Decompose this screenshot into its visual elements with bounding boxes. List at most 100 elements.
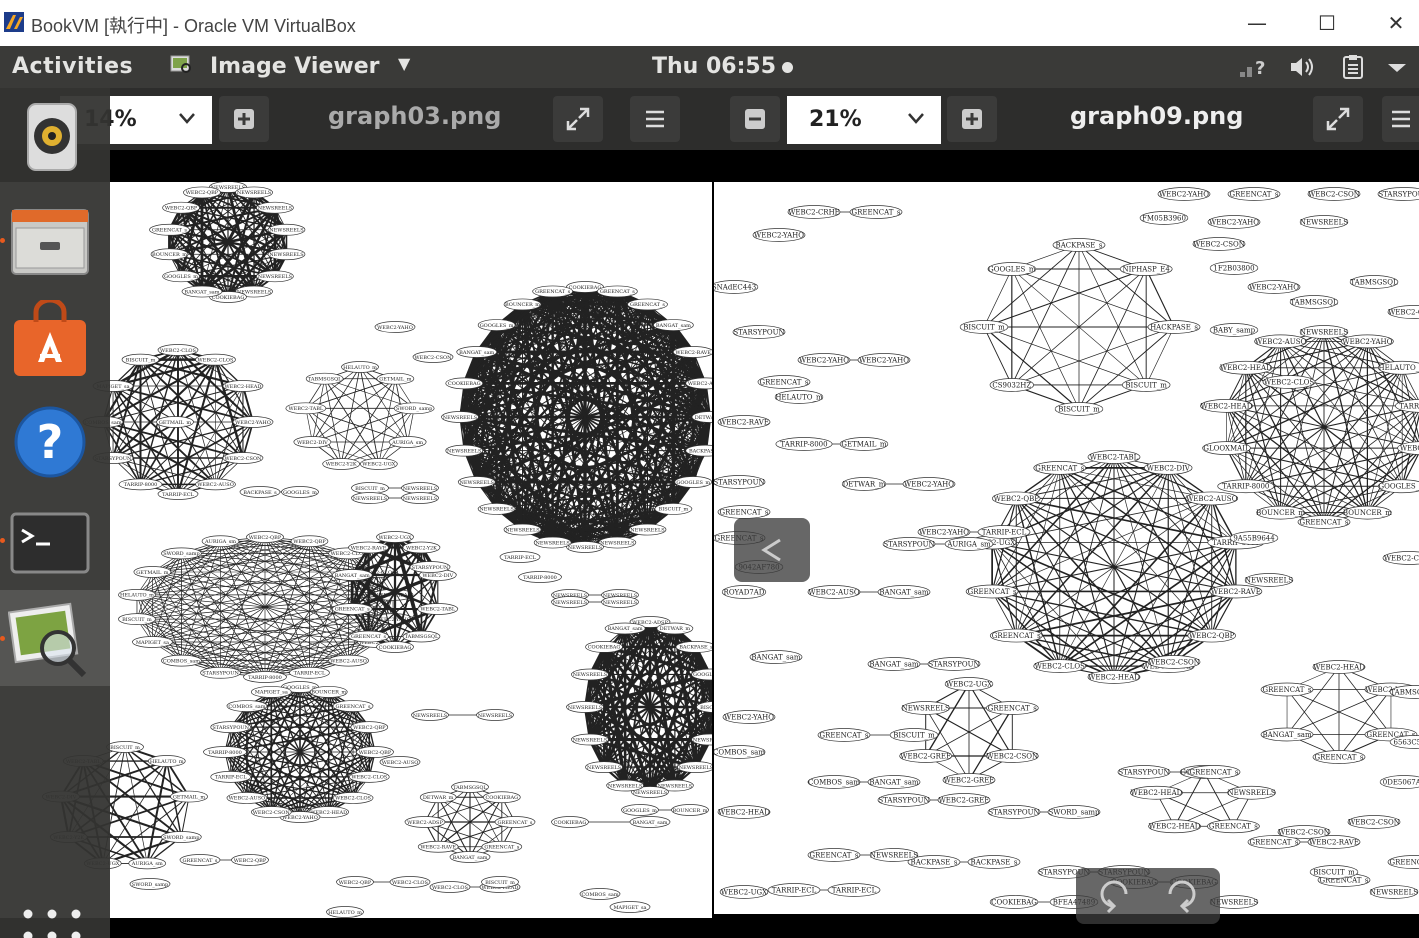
graph-node-label: SNAdEC443 xyxy=(714,283,756,291)
graph-node-label: COMBOS_sam xyxy=(581,892,618,898)
graph-node-label: COOKIEBAG xyxy=(991,898,1037,906)
virtualbox-app-icon xyxy=(4,12,24,32)
graph-node-label: BACKPASE_s xyxy=(689,448,712,454)
image-viewer-app-icon[interactable] xyxy=(8,598,92,682)
graph-node-label: WEBC2-CLOS xyxy=(1035,663,1085,671)
graph-node-label: WEBC2-QBP xyxy=(186,190,219,196)
graph-node-label: HELAUTO_m xyxy=(775,393,823,401)
clock[interactable]: Thu 06:55 xyxy=(652,54,794,79)
graph-node-label: TARRIP-ECL xyxy=(1399,402,1419,410)
zoom-value: 21% xyxy=(809,107,862,132)
graph-node-label: BANGAT_sam xyxy=(751,653,801,661)
graph-node-label: WEBC2-YAHO xyxy=(754,231,804,239)
close-button[interactable]: ✕ xyxy=(1373,6,1419,40)
fullscreen-button[interactable] xyxy=(1313,96,1363,142)
graph-node-label: STARSYPOUN xyxy=(714,478,765,486)
graph-node-label: TABMSGSQL xyxy=(1290,298,1338,306)
graph-node-label: BABY_samp xyxy=(1213,326,1256,334)
hamburger-icon xyxy=(646,110,664,128)
graph-node-label: NEWSREELS xyxy=(258,274,293,280)
gnome-top-bar: Activities Image Viewer ▼ Thu 06:55 ? xyxy=(0,46,1419,88)
graph-node-label: 6563C5542 xyxy=(1394,738,1419,746)
minus-icon xyxy=(745,109,765,129)
zoom-in-button[interactable] xyxy=(947,96,997,142)
graph-node-label: GETMAIL_m xyxy=(159,420,192,426)
graph09-image[interactable]: BACKPASE_s NIPHASP_E4 HACKPASE_s BISCUIT_m B… xyxy=(714,182,1419,914)
graph-node-label: WEBC2-QBP xyxy=(165,205,198,211)
graph-node-label: WEBC2-AUSO xyxy=(197,482,234,488)
graph-node-label: NEWSREELS xyxy=(693,737,712,743)
graph-node-label: GREENCAT_s xyxy=(968,588,1017,596)
graph-node-label: GREENCAT_s xyxy=(152,228,187,234)
activities-button[interactable]: Activities xyxy=(12,54,133,79)
volume-icon[interactable] xyxy=(1288,54,1318,80)
graph-node-label: NEWSREELS xyxy=(353,496,388,502)
zoom-out-button[interactable] xyxy=(730,96,780,142)
graph-node-label: GETMAIL_m xyxy=(841,440,887,448)
terminal-icon[interactable] xyxy=(8,502,92,586)
previous-image-button[interactable] xyxy=(734,518,810,582)
software-center-icon[interactable] xyxy=(8,300,92,384)
graph-node-label: WEBC2-YAHO xyxy=(919,528,969,536)
graph-node-label: WEBC2-AUSO xyxy=(382,760,419,766)
help-icon[interactable]: ? xyxy=(8,400,92,484)
plus-icon xyxy=(962,109,982,129)
show-applications-icon[interactable] xyxy=(22,908,82,938)
graph-node-label: NEWSREELS xyxy=(258,205,293,211)
graph-node-label: GREENCAT_s xyxy=(630,302,665,308)
graph-node-label: TABMSGSQL xyxy=(1350,278,1398,286)
image-viewer-icon xyxy=(170,55,191,73)
filename-title: graph03.png xyxy=(328,102,502,130)
rotate-left-icon[interactable] xyxy=(1088,868,1138,924)
graph-node-label: NEWSREELS xyxy=(1300,328,1348,336)
graph-node-label: NEWSREELS xyxy=(535,540,570,546)
graph-node-label: BANGAT_sam xyxy=(452,855,487,861)
graph-node-label: COOKIEBAG xyxy=(448,381,481,387)
graph-node-label: HELAUTO_m xyxy=(328,910,362,916)
graph-node-label: ROYAD7AD xyxy=(724,588,765,596)
graph-node-label: STARSYPOUN xyxy=(212,725,249,731)
graph-node-label: WEBC2-YAHO xyxy=(1159,190,1209,198)
graph-node-label: TABMSGSQL xyxy=(453,785,487,791)
graph-node-label: TARRIP-ECL xyxy=(772,886,817,894)
graph-node-label: NEWSREELS xyxy=(1300,218,1348,226)
graph-node-label: DETWAR_m xyxy=(695,415,712,421)
files-icon[interactable] xyxy=(8,200,92,284)
graph-node-label: WEBC2-QBP xyxy=(359,750,392,756)
zoom-in-button[interactable] xyxy=(219,96,269,142)
rotate-right-icon[interactable] xyxy=(1158,868,1208,924)
chevron-down-icon xyxy=(908,113,924,124)
graph-node-label: WEBC2-CSON xyxy=(1308,190,1360,198)
graph-node-label: WEBC2-CLOS xyxy=(351,775,387,781)
hamburger-menu-button[interactable] xyxy=(1382,96,1419,142)
chevron-down-icon: ▼ xyxy=(398,54,411,73)
graph-node-label: NEWSREELS xyxy=(568,705,603,711)
graph-node-label: GREENCAT_s xyxy=(1390,858,1419,866)
maximize-button[interactable]: ☐ xyxy=(1304,6,1350,40)
clipboard-icon[interactable] xyxy=(1340,54,1368,80)
graph-node-label: DETWAR_m xyxy=(660,626,691,632)
graph-node-label: HELAUTO_m xyxy=(343,365,377,371)
graph-node-label: WEBC2-RAVE xyxy=(675,350,711,356)
graph-node-label: NEWSREELS xyxy=(447,448,482,454)
graph-node-label: WEBC2-RAVE xyxy=(1211,588,1261,596)
minimize-button[interactable]: — xyxy=(1234,6,1280,40)
graph-node-label: STARSYPOUN xyxy=(883,540,934,548)
fullscreen-button[interactable] xyxy=(553,96,603,142)
graph-node-label: WEBC2-AUSO xyxy=(229,796,266,802)
zoom-combo[interactable]: 21% xyxy=(787,96,941,144)
graph-node-label: MAPIGET_sa xyxy=(255,690,288,696)
graph-node-label: WEBC2-CSON xyxy=(1278,828,1330,836)
graph-node-label: NEWSREELS xyxy=(403,486,438,492)
hamburger-menu-button[interactable] xyxy=(630,96,680,142)
graph-node-label: BACKPASE_s xyxy=(679,645,712,651)
graph-node-label: TARRIP-ECL xyxy=(504,555,536,561)
network-unknown-icon[interactable]: ? xyxy=(1238,54,1270,80)
graph-node-label: WEBC2-QBP xyxy=(1189,632,1235,640)
graph-node-label: NEWSREELS xyxy=(460,480,495,486)
graph-node-label: COOKIEBAG xyxy=(485,795,518,801)
graph-node-label: GREENCAT_s xyxy=(1209,823,1258,831)
rhythmbox-icon[interactable] xyxy=(8,98,92,182)
graph-node-label: TARRIP-8000 xyxy=(523,575,557,581)
system-menu-chevron-icon[interactable] xyxy=(1386,54,1408,80)
